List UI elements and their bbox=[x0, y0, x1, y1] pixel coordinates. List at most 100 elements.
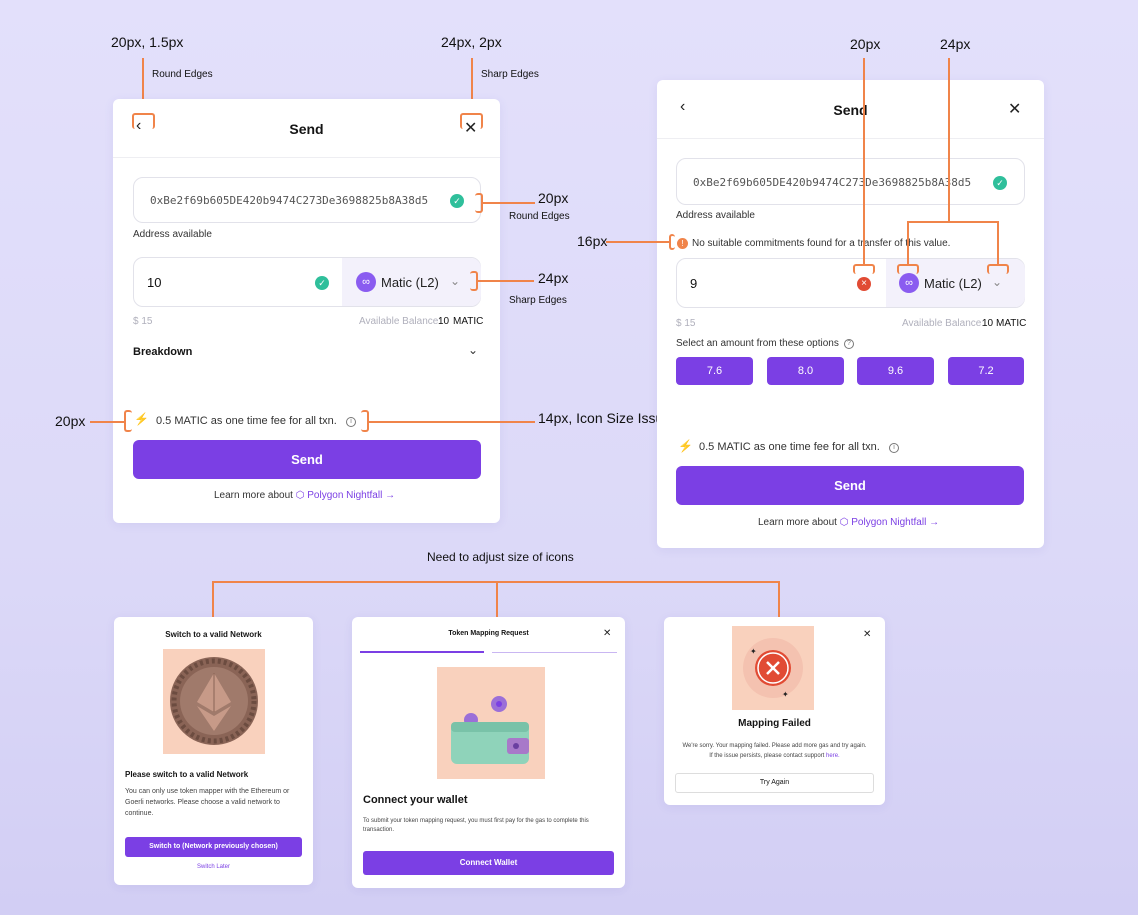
amount-option[interactable]: 7.2 bbox=[948, 357, 1024, 385]
close-icon[interactable]: ✕ bbox=[464, 118, 477, 138]
switch-network-button[interactable]: Switch to (Network previously chosen) bbox=[125, 837, 302, 857]
annotation-line bbox=[863, 58, 865, 266]
wallet-icon bbox=[451, 696, 529, 764]
mapping-failed-card: ✕ ✦ ✦ Mapping Failed We're sorry. Your m… bbox=[664, 617, 885, 805]
polygon-icon: ∞ bbox=[356, 272, 376, 292]
info-icon[interactable]: i bbox=[346, 417, 356, 427]
annotation-line bbox=[907, 221, 909, 264]
annotation-close-edge: Sharp Edges bbox=[481, 69, 539, 80]
balance-value: 10 bbox=[438, 316, 450, 327]
learn-more-prefix: Learn more about bbox=[214, 490, 293, 501]
balance-unit: MATIC bbox=[996, 318, 1027, 329]
address-field[interactable]: 0xBe2f69b605DE420b9474C273De3698825b8A38… bbox=[676, 158, 1025, 205]
amount-field[interactable]: 9 × ∞ Matic (L2) ⌄ bbox=[676, 258, 1025, 308]
token-selector[interactable]: ∞ Matic (L2) ⌄ bbox=[342, 258, 481, 306]
breakdown-toggle[interactable]: Breakdown bbox=[133, 346, 192, 358]
polygon-logo-icon: ⬡ bbox=[295, 490, 305, 501]
progress-step-active bbox=[360, 651, 484, 653]
fee-text: 0.5 MATIC as one time fee for all txn. bbox=[699, 441, 880, 453]
annotation-bracket bbox=[475, 193, 483, 213]
card-heading: Mapping Failed bbox=[738, 718, 811, 729]
balance-label: Available Balance: bbox=[902, 318, 985, 329]
balance-label: Available Balance: bbox=[359, 316, 442, 327]
annotation-bracket bbox=[853, 264, 875, 274]
modal-title: Send bbox=[833, 102, 868, 118]
annotation-close-size: 24px, 2px bbox=[441, 34, 502, 50]
failed-illustration: ✦ ✦ bbox=[732, 626, 814, 710]
address-status: Address available bbox=[133, 229, 212, 240]
annotation-error-icon-size: 20px bbox=[850, 36, 881, 52]
svg-text:✦: ✦ bbox=[782, 690, 789, 699]
check-icon: ✓ bbox=[315, 276, 329, 290]
annotation-address-edge: Round Edges bbox=[509, 211, 570, 222]
wallet-illustration bbox=[437, 667, 545, 779]
warning-text: No suitable commitments found for a tran… bbox=[692, 238, 951, 249]
fee-text: 0.5 MATIC as one time fee for all txn. bbox=[156, 415, 337, 427]
header-divider bbox=[113, 157, 500, 158]
card-title: Switch to a valid Network bbox=[165, 630, 262, 639]
annotation-bracket bbox=[897, 264, 919, 274]
annotation-token-icon-size: 24px bbox=[940, 36, 971, 52]
close-icon[interactable]: ✕ bbox=[603, 628, 611, 639]
amount-option[interactable]: 9.6 bbox=[857, 357, 934, 385]
address-field[interactable]: 0xBe2f69b605DE420b9474C273De3698825b8A38… bbox=[133, 177, 481, 223]
card-heading: Connect your wallet bbox=[363, 794, 468, 806]
nightfall-link[interactable]: Polygon Nightfall → bbox=[307, 490, 395, 501]
support-text: If the issue persists, please contact su… bbox=[709, 753, 825, 759]
annotation-address-size: 20px bbox=[538, 190, 569, 206]
annotation-bracket bbox=[669, 234, 675, 250]
switch-network-card: Switch to a valid Network Please switch … bbox=[114, 617, 313, 885]
card-body-line1: We're sorry. Your mapping failed. Please… bbox=[682, 743, 867, 749]
card-title: Token Mapping Request bbox=[448, 630, 529, 637]
modal-title: Send bbox=[289, 121, 324, 137]
annotation-fee-icon-size: 20px bbox=[55, 413, 86, 429]
send-button[interactable]: Send bbox=[676, 466, 1024, 505]
progress-step-inactive bbox=[492, 652, 617, 653]
amount-option[interactable]: 8.0 bbox=[767, 357, 844, 385]
nightfall-link[interactable]: Polygon Nightfall → bbox=[851, 517, 939, 528]
token-mapping-card: Token Mapping Request ✕ Connect your wal… bbox=[352, 617, 625, 888]
ethereum-coin-icon bbox=[170, 657, 258, 745]
annotation-bracket bbox=[987, 264, 1009, 274]
balance-value: 10 bbox=[982, 318, 994, 329]
chevron-down-icon[interactable]: ⌄ bbox=[468, 343, 478, 357]
annotation-icons-note: Need to adjust size of icons bbox=[427, 550, 574, 564]
network-illustration bbox=[163, 649, 265, 754]
info-icon[interactable]: i bbox=[889, 443, 899, 453]
usd-value: $ 15 bbox=[676, 318, 696, 329]
error-icon: ✦ ✦ bbox=[743, 638, 803, 699]
token-name: Matic (L2) bbox=[381, 275, 439, 290]
annotation-line bbox=[483, 202, 535, 204]
svg-text:✦: ✦ bbox=[750, 647, 757, 656]
connect-wallet-button[interactable]: Connect Wallet bbox=[363, 851, 614, 875]
amount-value: 9 bbox=[690, 276, 698, 291]
info-icon[interactable]: ? bbox=[844, 339, 854, 349]
bolt-icon: ⚡ bbox=[678, 439, 693, 453]
card-heading: Please switch to a valid Network bbox=[125, 770, 249, 779]
bolt-icon: ⚡ bbox=[134, 412, 149, 426]
annotation-line bbox=[606, 241, 670, 243]
usd-value: $ 15 bbox=[133, 316, 153, 327]
address-status: Address available bbox=[676, 210, 755, 221]
annotation-warning-icon-size: 16px bbox=[577, 233, 608, 249]
send-button[interactable]: Send bbox=[133, 440, 481, 479]
try-again-button[interactable]: Try Again bbox=[675, 773, 874, 793]
annotation-line bbox=[997, 221, 999, 264]
support-link[interactable]: here. bbox=[826, 753, 840, 759]
error-icon[interactable]: × bbox=[857, 277, 871, 291]
chevron-down-icon: ⌄ bbox=[992, 275, 1003, 289]
card-body: To submit your token mapping request, yo… bbox=[363, 818, 589, 833]
address-value: 0xBe2f69b605DE420b9474C273De3698825b8A38… bbox=[150, 194, 429, 207]
annotation-back-edge: Round Edges bbox=[152, 69, 213, 80]
chevron-down-icon: ⌄ bbox=[450, 274, 461, 288]
send-card-right: ‹ Send ✕ 0xBe2f69b605DE420b9474C273De369… bbox=[657, 80, 1044, 548]
close-icon[interactable]: ✕ bbox=[1008, 99, 1021, 119]
amount-field[interactable]: 10 ✓ ∞ Matic (L2) ⌄ bbox=[133, 257, 481, 307]
switch-later-link[interactable]: Switch Later bbox=[114, 864, 313, 870]
annotation-token-size: 24px bbox=[538, 270, 569, 286]
close-icon[interactable]: ✕ bbox=[863, 629, 871, 640]
annotation-line bbox=[948, 58, 950, 222]
amount-option[interactable]: 7.6 bbox=[676, 357, 753, 385]
warning-icon: ! bbox=[677, 238, 688, 249]
polygon-logo-icon: ⬡ bbox=[839, 517, 849, 528]
